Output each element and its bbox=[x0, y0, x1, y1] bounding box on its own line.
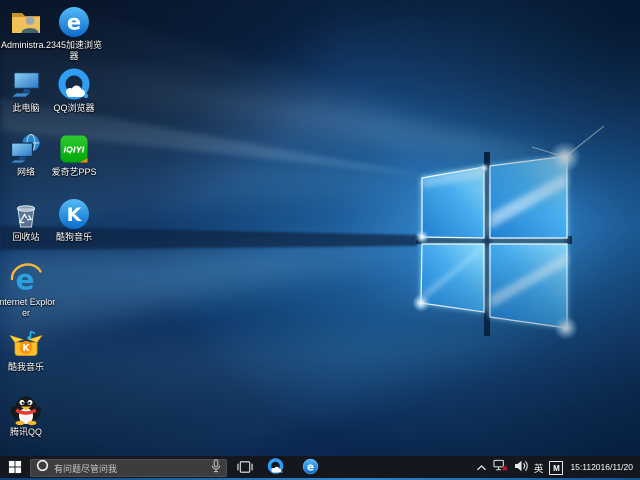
desktop-icon-label: Internet Explorer bbox=[0, 297, 56, 318]
svg-text:e: e bbox=[67, 11, 81, 35]
task-view-icon bbox=[237, 460, 253, 477]
user-folder-icon bbox=[9, 5, 43, 39]
computer-icon bbox=[9, 68, 43, 102]
taskbar-2345-explorer-button[interactable]: e bbox=[296, 456, 324, 480]
desktop-icon-qq-browser[interactable]: QQ浏览器 bbox=[44, 68, 104, 114]
windows-logo-icon bbox=[8, 460, 22, 477]
desktop-icon-2345-explorer[interactable]: e 2345加速浏览器 bbox=[44, 5, 104, 61]
cortana-icon bbox=[36, 459, 49, 477]
qq-browser-icon bbox=[267, 458, 284, 478]
ime-mode-icon: M bbox=[549, 461, 563, 475]
recycle-bin-icon bbox=[9, 197, 43, 231]
microphone-icon[interactable] bbox=[211, 459, 221, 478]
desktop-icon-label: 腾讯QQ bbox=[10, 427, 42, 438]
tray-show-hidden-icons[interactable] bbox=[473, 456, 490, 480]
task-view-button[interactable] bbox=[231, 456, 259, 480]
desktop-icon-label: 2345加速浏览器 bbox=[44, 40, 104, 61]
tray-network[interactable] bbox=[490, 456, 511, 480]
system-tray: 英 M 15:11 2016/11/20 bbox=[473, 456, 640, 480]
desktop-icon-tencent-qq[interactable]: 腾讯QQ bbox=[0, 392, 56, 438]
desktop-icon-label: QQ浏览器 bbox=[53, 103, 94, 114]
kuwo-icon: K bbox=[9, 327, 43, 361]
svg-text:e: e bbox=[306, 461, 313, 473]
desktop-icon-label: 酷狗音乐 bbox=[56, 232, 92, 243]
desktop-icon-label: 此电脑 bbox=[12, 103, 39, 114]
tray-ime[interactable]: M bbox=[546, 456, 566, 480]
desktop-screen: Administra... e 2345加速浏览器 此电脑 bbox=[0, 0, 640, 480]
taskbar-search-box[interactable]: 有问题尽管问我 bbox=[30, 459, 227, 477]
search-placeholder: 有问题尽管问我 bbox=[54, 462, 206, 475]
qq-browser-icon bbox=[57, 68, 91, 102]
desktop-icon-label: 回收站 bbox=[12, 232, 39, 243]
start-button[interactable] bbox=[0, 456, 30, 480]
desktop-icon-internet-explorer[interactable]: e Internet Explorer bbox=[0, 262, 56, 318]
2345-browser-icon: e bbox=[57, 5, 91, 39]
speaker-icon bbox=[514, 459, 528, 477]
tray-language-indicator[interactable]: 英 bbox=[531, 456, 547, 480]
internet-explorer-icon: e bbox=[9, 262, 43, 296]
desktop-icon-label: 网络 bbox=[17, 167, 35, 178]
clock-date: 2016/11/20 bbox=[591, 463, 633, 473]
kugou-icon: K bbox=[57, 197, 91, 231]
desktop-icon-iqiyi-pps[interactable]: iQIYI 爱奇艺PPS bbox=[44, 132, 104, 178]
svg-text:K: K bbox=[22, 343, 30, 354]
svg-text:iQIYI: iQIYI bbox=[63, 146, 84, 155]
tray-clock[interactable]: 15:11 2016/11/20 bbox=[566, 456, 640, 480]
2345-browser-icon: e bbox=[302, 458, 319, 478]
network-globe-icon bbox=[9, 132, 43, 166]
iqiyi-icon: iQIYI bbox=[57, 132, 91, 166]
desktop-icon-label: 酷我音乐 bbox=[8, 362, 44, 373]
tray-volume[interactable] bbox=[511, 456, 531, 480]
desktop-icon-kugou-music[interactable]: K 酷狗音乐 bbox=[44, 197, 104, 243]
desktop-icon-label: 爱奇艺PPS bbox=[51, 167, 96, 178]
svg-text:K: K bbox=[67, 204, 83, 226]
clock-time: 15:11 bbox=[570, 463, 591, 473]
qq-penguin-icon bbox=[9, 392, 43, 426]
taskbar-qq-browser-button[interactable] bbox=[261, 456, 289, 480]
network-disconnected-icon bbox=[493, 459, 508, 477]
desktop-icon-kuwo-music[interactable]: K 酷我音乐 bbox=[0, 327, 56, 373]
chevron-up-icon bbox=[476, 459, 487, 477]
